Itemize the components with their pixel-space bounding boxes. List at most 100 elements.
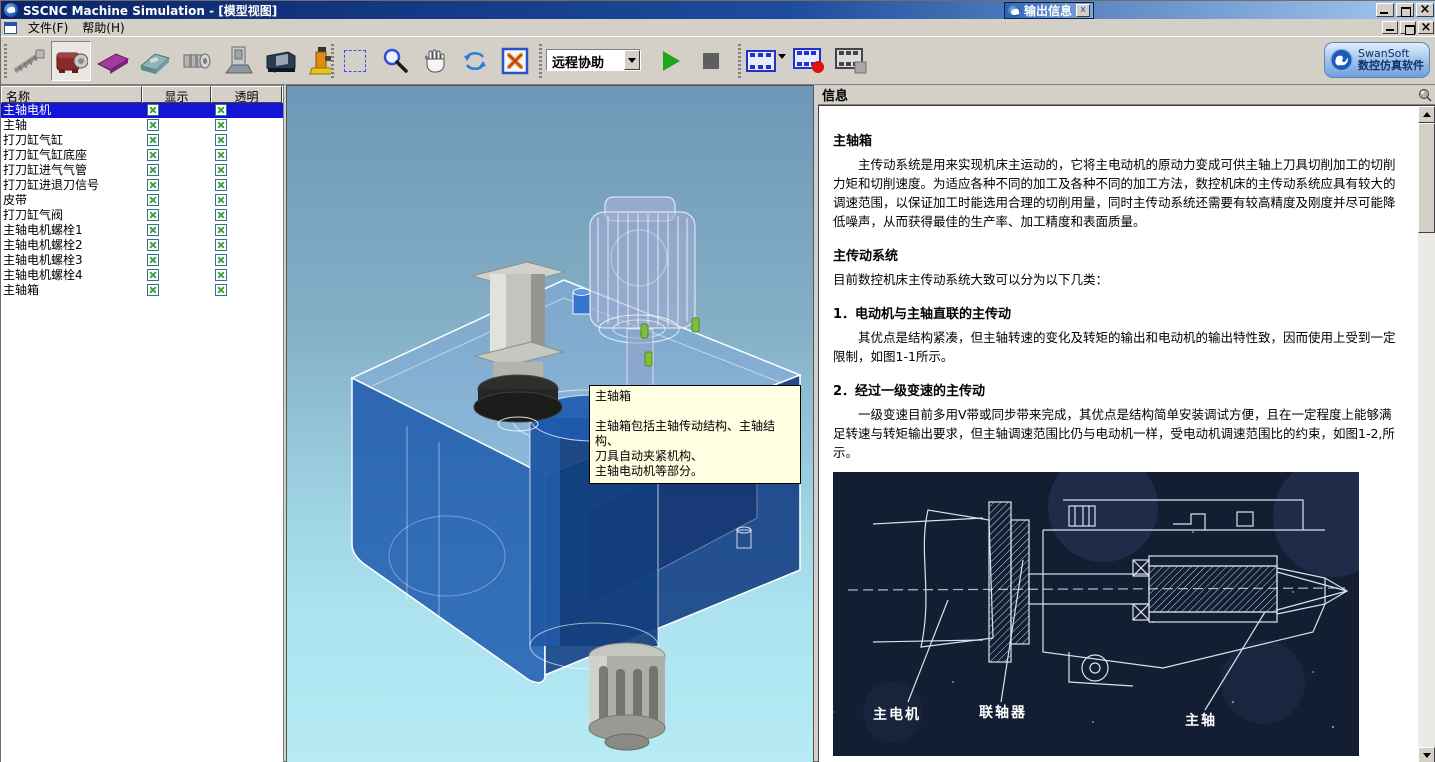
toolbar-grip[interactable] — [331, 44, 334, 78]
part-name: 打刀缸进气气管 — [3, 163, 87, 178]
part-name: 打刀缸进退刀信号 — [3, 178, 99, 193]
machine-part-icon[interactable] — [93, 41, 133, 81]
film-icon[interactable] — [743, 41, 779, 81]
table-row[interactable]: 主轴电机螺栓4 — [1, 268, 283, 283]
transparent-checkbox[interactable] — [215, 209, 227, 221]
transparent-checkbox[interactable] — [215, 284, 227, 296]
info-heading: 1．电动机与主轴直联的主传动 — [833, 303, 1403, 322]
select-rect-icon[interactable] — [337, 41, 373, 81]
title-bar: SSCNC Machine Simulation - [模型视图] 输出信息 x — [1, 1, 1435, 19]
display-checkbox[interactable] — [147, 254, 159, 266]
pan-hand-icon[interactable] — [417, 41, 453, 81]
table-row[interactable]: 主轴 — [1, 118, 283, 133]
window-controls — [1376, 3, 1434, 17]
column-display[interactable]: 显示 — [142, 86, 211, 103]
table-row[interactable]: 主轴箱 — [1, 283, 283, 298]
pin-icon[interactable] — [1418, 88, 1432, 102]
rotate-icon[interactable] — [457, 41, 493, 81]
transparent-checkbox[interactable] — [215, 194, 227, 206]
display-checkbox[interactable] — [147, 119, 159, 131]
info-paragraph: 主传动系统是用来实现机床主运动的，它将主电动机的原动力变成可供主轴上刀具切削加工… — [833, 155, 1403, 231]
film-chevron-icon[interactable] — [778, 59, 786, 78]
display-checkbox[interactable] — [147, 134, 159, 146]
display-checkbox[interactable] — [147, 164, 159, 176]
child-restore-button[interactable] — [1400, 21, 1416, 34]
table-row[interactable]: 主轴电机螺栓1 — [1, 223, 283, 238]
close-button[interactable] — [1416, 3, 1434, 17]
film-record-icon[interactable] — [791, 41, 827, 81]
machine-column-icon[interactable] — [219, 41, 259, 81]
display-checkbox[interactable] — [147, 224, 159, 236]
film-stop-icon[interactable] — [833, 41, 869, 81]
table-row[interactable]: 打刀缸气缸 — [1, 133, 283, 148]
machine-saddle-icon[interactable] — [135, 41, 175, 81]
play-button[interactable] — [653, 41, 689, 81]
table-row[interactable]: 主轴电机螺栓3 — [1, 253, 283, 268]
part-name: 打刀缸气阀 — [3, 208, 63, 223]
menu-help[interactable]: 帮助(H) — [75, 17, 131, 38]
restore-button[interactable] — [1396, 3, 1414, 17]
output-window-close-icon[interactable]: x — [1076, 4, 1090, 17]
display-checkbox[interactable] — [147, 209, 159, 221]
transparent-checkbox[interactable] — [215, 239, 227, 251]
transparent-checkbox[interactable] — [215, 104, 227, 116]
spindle-motor-icon[interactable] — [51, 41, 91, 81]
transparent-checkbox[interactable] — [215, 254, 227, 266]
child-close-button[interactable] — [1418, 21, 1434, 34]
table-row[interactable]: 主轴电机螺栓2 — [1, 238, 283, 253]
display-checkbox[interactable] — [147, 194, 159, 206]
display-checkbox[interactable] — [147, 284, 159, 296]
spindle-figure: 主电机 联轴器 主轴 — [833, 472, 1359, 756]
scrollbar-thumb[interactable] — [1418, 123, 1435, 233]
scroll-down-icon[interactable] — [1418, 747, 1435, 762]
info-heading: 主轴箱 — [833, 130, 1403, 149]
transparent-checkbox[interactable] — [215, 164, 227, 176]
info-scrollbar[interactable] — [1418, 106, 1435, 762]
scroll-up-icon[interactable] — [1418, 106, 1435, 123]
tooltip-line: 刀具自动夹紧机构、 — [595, 449, 795, 464]
table-row[interactable]: 打刀缸气缸底座 — [1, 148, 283, 163]
transparent-checkbox[interactable] — [215, 119, 227, 131]
table-row[interactable]: 皮带 — [1, 193, 283, 208]
output-window-tab[interactable]: 输出信息 x — [1004, 2, 1094, 19]
toolbar: 远程协助 — [1, 37, 1435, 85]
fit-view-icon[interactable] — [497, 41, 533, 81]
transparent-checkbox[interactable] — [215, 149, 227, 161]
toolbar-grip[interactable] — [539, 44, 542, 78]
minimize-button[interactable] — [1376, 3, 1394, 17]
remote-assist-dropdown[interactable]: 远程协助 — [546, 49, 641, 71]
transparent-checkbox[interactable] — [215, 134, 227, 146]
info-blocks: 主轴箱主传动系统是用来实现机床主运动的，它将主电动机的原动力变成可供主轴上刀具切… — [833, 130, 1403, 462]
toolbar-grip[interactable] — [4, 44, 7, 78]
spindle-chuck-icon[interactable] — [177, 41, 217, 81]
part-name: 主轴 — [3, 118, 27, 133]
menu-file[interactable]: 文件(F) — [21, 17, 75, 38]
column-name[interactable]: 名称 — [1, 86, 142, 103]
chevron-down-icon[interactable] — [624, 50, 640, 70]
info-heading: 主传动系统 — [833, 245, 1403, 264]
table-row[interactable]: 打刀缸气阀 — [1, 208, 283, 223]
transparent-checkbox[interactable] — [215, 179, 227, 191]
info-panel: 信息 主轴箱主传动系统是用来实现机床主运动的，它将主电动机的原动力变成可供主轴上… — [818, 85, 1435, 762]
display-checkbox[interactable] — [147, 104, 159, 116]
ballscrew-icon[interactable] — [9, 41, 49, 81]
transparent-checkbox[interactable] — [215, 269, 227, 281]
column-transparent[interactable]: 透明 — [211, 86, 282, 103]
display-checkbox[interactable] — [147, 179, 159, 191]
display-checkbox[interactable] — [147, 269, 159, 281]
zoom-icon[interactable] — [377, 41, 413, 81]
stop-button[interactable] — [693, 41, 729, 81]
model-tooltip: 主轴箱 主轴箱包括主轴传动结构、主轴结构、 刀具自动夹紧机构、 主轴电动机等部分… — [589, 385, 801, 484]
transparent-checkbox[interactable] — [215, 224, 227, 236]
cnc-machine-icon[interactable] — [261, 41, 301, 81]
tooltip-line: 主轴电动机等部分。 — [595, 464, 795, 479]
parts-panel: 名称 显示 透明 主轴电机主轴打刀缸气缸打刀缸气缸底座打刀缸进气气管打刀缸进退刀… — [1, 85, 284, 762]
model-viewport[interactable]: 主轴箱 主轴箱包括主轴传动结构、主轴结构、 刀具自动夹紧机构、 主轴电动机等部分… — [286, 85, 814, 762]
table-row[interactable]: 打刀缸进气气管 — [1, 163, 283, 178]
display-checkbox[interactable] — [147, 239, 159, 251]
table-row[interactable]: 打刀缸进退刀信号 — [1, 178, 283, 193]
toolbar-grip[interactable] — [738, 44, 741, 78]
table-row[interactable]: 主轴电机 — [1, 103, 283, 118]
child-minimize-button[interactable] — [1382, 21, 1398, 34]
display-checkbox[interactable] — [147, 149, 159, 161]
